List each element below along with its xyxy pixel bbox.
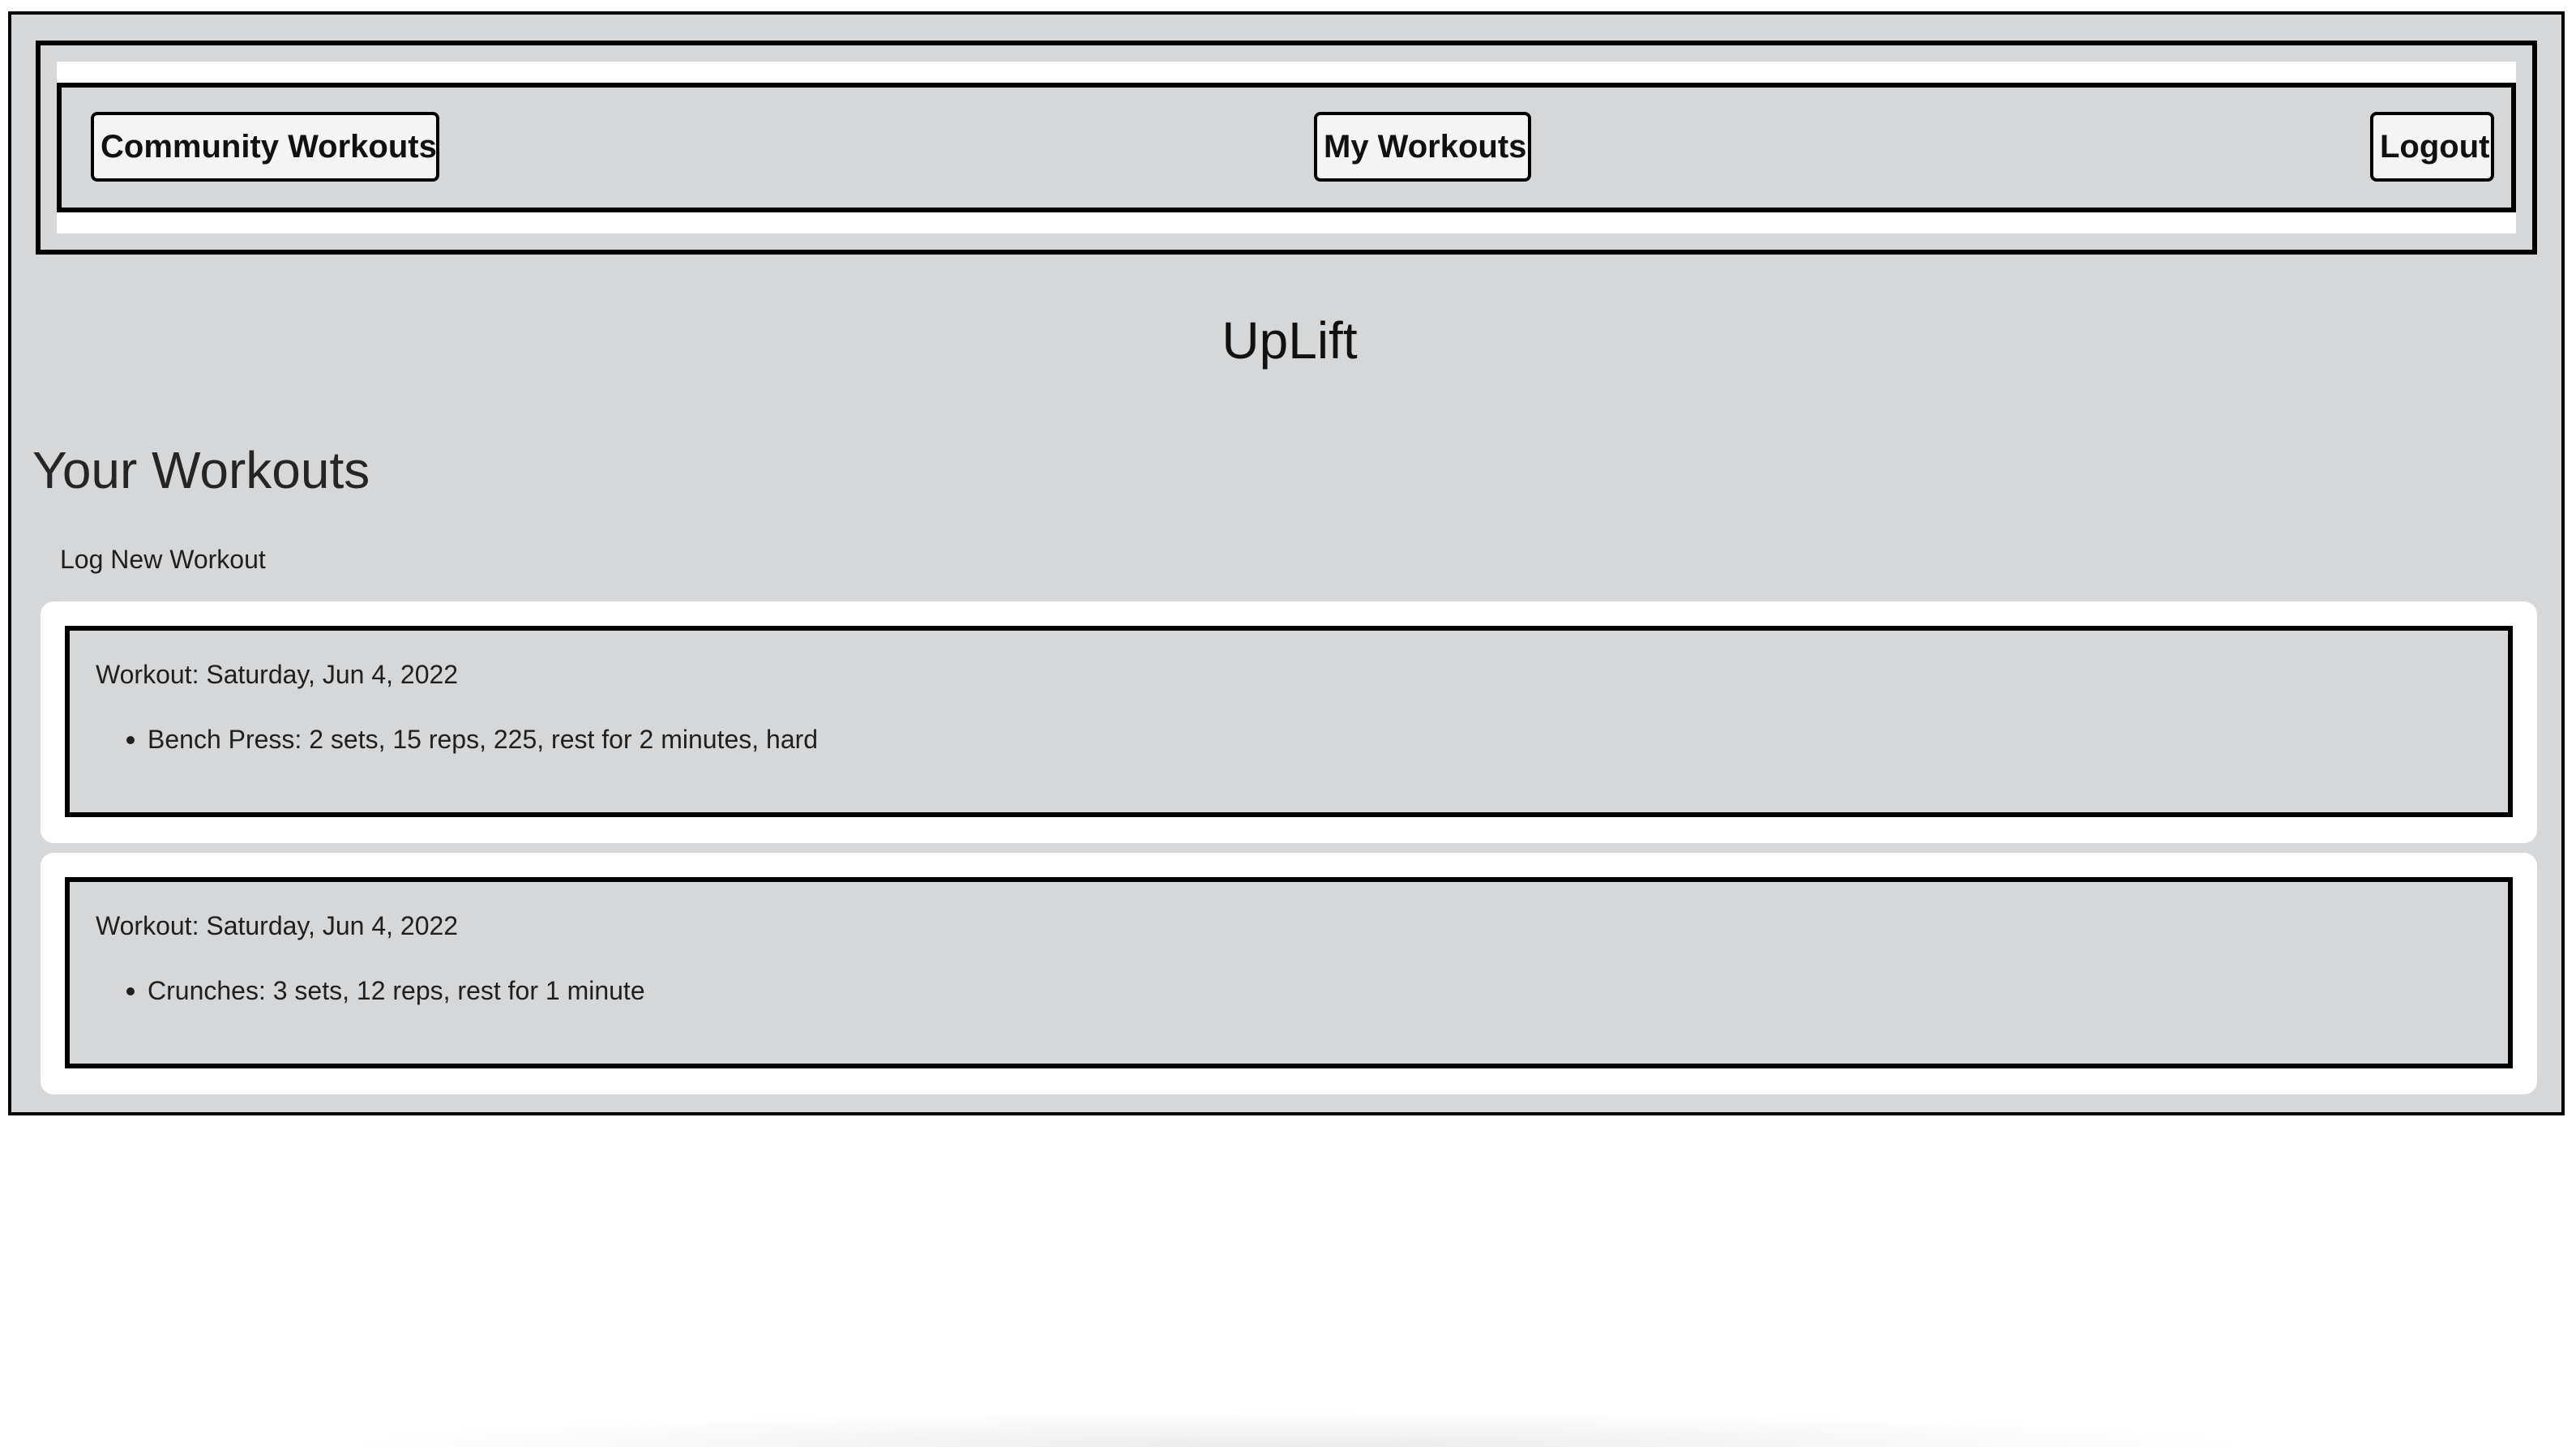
log-new-workout-link[interactable]: Log New Workout	[60, 546, 266, 572]
community-workouts-button[interactable]: Community Workouts	[91, 112, 439, 182]
exercise-list: Bench Press: 2 sets, 15 reps, 225, rest …	[96, 726, 818, 752]
logout-button[interactable]: Logout	[2370, 112, 2494, 182]
workout-card: Workout: Saturday, Jun 4, 2022 Crunches:…	[41, 853, 2537, 1094]
bullet-icon	[126, 736, 135, 744]
exercise-text: Bench Press: 2 sets, 15 reps, 225, rest …	[148, 725, 819, 754]
exercise-item: Crunches: 3 sets, 12 reps, rest for 1 mi…	[96, 978, 645, 1004]
navbar: Community Workouts My Workouts Logout	[36, 41, 2537, 255]
app-container: Community Workouts My Workouts Logout Up…	[8, 11, 2565, 1115]
workout-panel: Workout: Saturday, Jun 4, 2022 Bench Pre…	[65, 626, 2513, 817]
my-workouts-button[interactable]: My Workouts	[1314, 112, 1531, 182]
app-title: UpLift	[1222, 311, 1358, 370]
exercise-list: Crunches: 3 sets, 12 reps, rest for 1 mi…	[96, 978, 645, 1004]
navbar-button-row: Community Workouts My Workouts Logout	[57, 83, 2516, 212]
exercise-text: Crunches: 3 sets, 12 reps, rest for 1 mi…	[148, 976, 645, 1005]
workout-panel: Workout: Saturday, Jun 4, 2022 Crunches:…	[65, 877, 2513, 1068]
bullet-icon	[126, 987, 135, 995]
workout-card: Workout: Saturday, Jun 4, 2022 Bench Pre…	[41, 601, 2537, 843]
bottom-shadow	[324, 1411, 2270, 1447]
workout-title: Workout: Saturday, Jun 4, 2022	[96, 911, 459, 940]
navbar-frame: Community Workouts My Workouts Logout	[57, 62, 2516, 233]
workout-title: Workout: Saturday, Jun 4, 2022	[96, 660, 459, 689]
page-title: Your Workouts	[32, 441, 370, 499]
exercise-item: Bench Press: 2 sets, 15 reps, 225, rest …	[96, 726, 818, 752]
